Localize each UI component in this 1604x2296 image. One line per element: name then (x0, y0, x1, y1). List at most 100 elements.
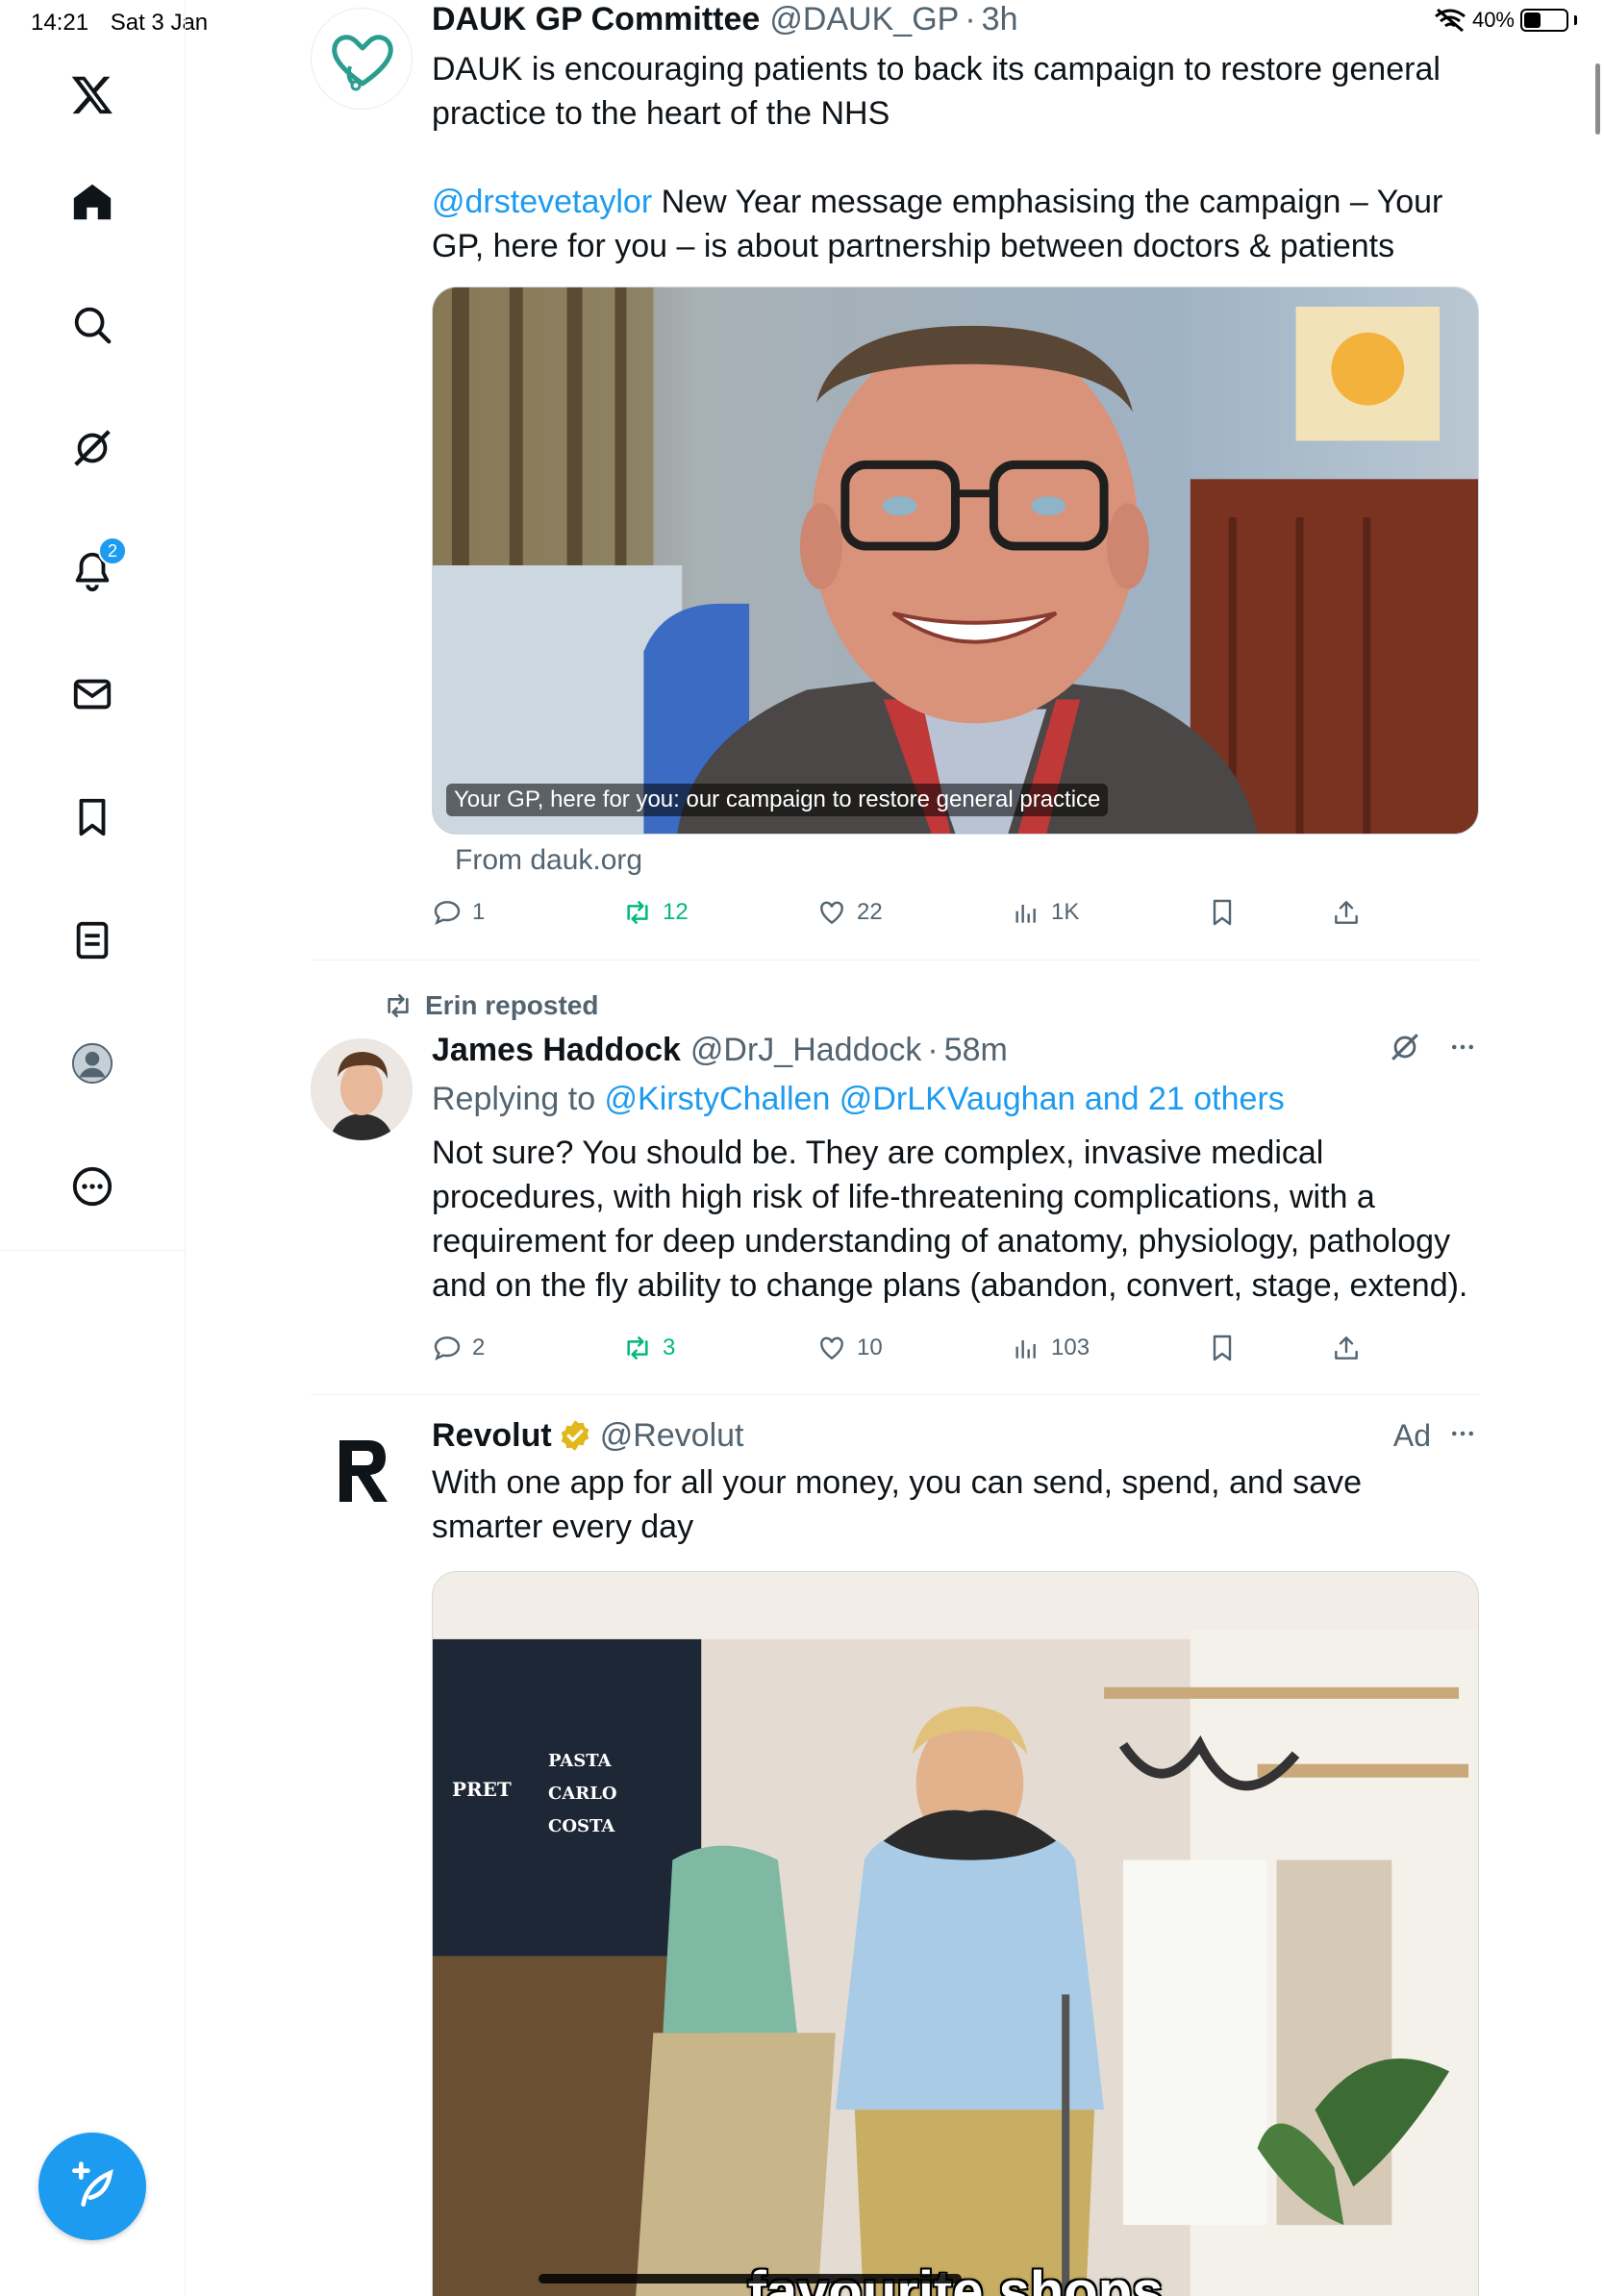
link-source[interactable]: From dauk.org (455, 844, 642, 877)
repost-icon (627, 1336, 648, 1360)
sidebar-item-grok[interactable] (48, 404, 137, 492)
battery-tip (1574, 15, 1577, 25)
dot-separator: · (965, 1, 976, 37)
views-icon (1015, 1340, 1036, 1359)
author-handle[interactable]: @Revolut (600, 1416, 744, 1455)
sidebar-item-notifications[interactable]: 2 (48, 527, 137, 615)
repost-small-icon (388, 994, 409, 1017)
tweet-text: Not sure? You should be. They are comple… (432, 1135, 1468, 1304)
profile-avatar-icon (71, 1042, 113, 1085)
like-button[interactable]: 10 (816, 1333, 883, 1363)
tweet-revolut-ad[interactable]: Revolut @Revolut Ad With one app for all… (311, 1396, 1479, 2296)
reply-count: 1 (472, 899, 486, 925)
author-name[interactable]: DAUK GP Committee (432, 0, 760, 38)
revolut-logo (339, 1440, 388, 1502)
heart-icon (820, 901, 843, 925)
notification-badge: 2 (98, 537, 127, 565)
haddock-avatar[interactable] (311, 1038, 413, 1140)
author-handle[interactable]: @DrJ_Haddock (690, 1031, 922, 1069)
reply-button[interactable]: 2 (432, 1333, 485, 1363)
mention-link[interactable]: @drstevetaylor (432, 184, 652, 220)
ad-video[interactable]: PASTA CARLO COSTA PRET favourite shops (432, 1571, 1479, 2296)
sidebar-item-lists[interactable] (48, 896, 137, 985)
repost-count: 12 (663, 899, 689, 925)
replying-to-line: Replying to @KirstyChallen @DrLKVaughan … (432, 1077, 1479, 1121)
tweet-actions: 2 3 10 103 (432, 1333, 1479, 1371)
repost-count: 3 (663, 1335, 676, 1360)
author-name[interactable]: James Haddock (432, 1031, 681, 1069)
more-options-button[interactable] (1446, 1033, 1479, 1066)
x-logo-button[interactable] (48, 50, 137, 138)
sidebar-item-explore[interactable] (48, 281, 137, 369)
home-icon (73, 184, 112, 220)
grok-icon (1391, 1034, 1418, 1061)
bookmark-icon (79, 798, 106, 836)
link-card-image[interactable]: Your GP, here for you: our campaign to r… (432, 287, 1479, 835)
repost-button[interactable]: 12 (622, 897, 689, 928)
like-count: 22 (857, 899, 883, 925)
media-caption: Your GP, here for you: our campaign to r… (446, 784, 1109, 816)
heart-icon (820, 1336, 843, 1360)
replying-to-users[interactable]: @KirstyChallen @DrLKVaughan and 21 other… (605, 1081, 1285, 1117)
share-icon (1335, 1336, 1358, 1360)
bookmark-icon (1213, 899, 1232, 926)
author-handle[interactable]: @DAUK_GP (769, 0, 959, 38)
like-count: 10 (857, 1335, 883, 1360)
repost-label[interactable]: Erin reposted (425, 990, 598, 1021)
grok-button[interactable] (1389, 1031, 1421, 1068)
views-count: 103 (1051, 1335, 1090, 1360)
sidebar-item-profile[interactable] (48, 1019, 137, 1108)
views-count: 1K (1051, 899, 1080, 925)
home-indicator[interactable] (539, 2274, 962, 2284)
tweet-actions: 1 12 22 1K (432, 897, 1479, 936)
grok-icon (74, 430, 111, 466)
share-button[interactable] (1331, 897, 1362, 928)
battery-level (1524, 12, 1541, 28)
reply-button[interactable]: 1 (432, 897, 485, 928)
revolut-avatar[interactable] (311, 1419, 413, 1521)
store-signs: PASTA CARLO COSTA (548, 1745, 617, 1843)
battery-icon (1520, 9, 1568, 32)
tweet-haddock[interactable]: Erin reposted James Haddock @DrJ_Haddock… (311, 961, 1479, 1394)
lists-icon (76, 921, 109, 960)
sidebar-item-messages[interactable] (48, 650, 137, 738)
sidebar-item-home[interactable] (48, 158, 137, 246)
mail-icon (73, 679, 112, 710)
share-icon (1335, 901, 1358, 924)
views-button[interactable]: 1K (1011, 897, 1079, 928)
x-logo-icon (71, 76, 113, 114)
more-horizontal-icon (1452, 1431, 1473, 1436)
bookmark-button[interactable] (1207, 1333, 1238, 1363)
more-horizontal-icon (1452, 1044, 1473, 1050)
author-name[interactable]: Revolut (432, 1416, 552, 1455)
dauk-heart-logo (332, 35, 393, 91)
store-sign-carlo: CARLO (548, 1784, 617, 1804)
haddock-portrait (311, 1038, 413, 1140)
views-button[interactable]: 103 (1011, 1333, 1090, 1363)
repost-button[interactable]: 3 (622, 1333, 675, 1363)
like-button[interactable]: 22 (816, 897, 883, 928)
sidebar-item-more[interactable] (48, 1142, 137, 1231)
tweet-dauk[interactable]: DAUK GP Committee @DAUK_GP · 3h DAUK is … (311, 0, 1479, 961)
tweet-header: DAUK GP Committee @DAUK_GP · 3h (432, 0, 1479, 38)
sidebar-item-bookmarks[interactable] (48, 773, 137, 861)
dauk-avatar[interactable] (311, 8, 413, 110)
bookmark-button[interactable] (1207, 897, 1238, 928)
feed-scrollbar[interactable] (1595, 63, 1600, 135)
portrait-photo (433, 287, 1478, 834)
tweet-text: DAUK is encouraging patients to back its… (432, 51, 1441, 132)
more-options-button[interactable] (1446, 1419, 1479, 1453)
tweet-text-2: @drstevetaylor New Year message emphasis… (432, 180, 1479, 268)
compose-post-icon (72, 2161, 113, 2207)
post-time[interactable]: 3h (982, 0, 1018, 38)
bookmark-icon (1213, 1335, 1232, 1361)
reply-icon (434, 901, 461, 925)
tweet-separator (311, 1394, 1479, 1395)
dot-separator: · (927, 1032, 939, 1068)
replying-prefix: Replying to (432, 1081, 605, 1117)
store-sign-pasta: PASTA (548, 1751, 612, 1771)
post-time[interactable]: 58m (944, 1031, 1008, 1069)
share-button[interactable] (1331, 1333, 1362, 1363)
repost-indicator: Erin reposted (383, 990, 598, 1021)
compose-post-button[interactable] (38, 2133, 146, 2240)
